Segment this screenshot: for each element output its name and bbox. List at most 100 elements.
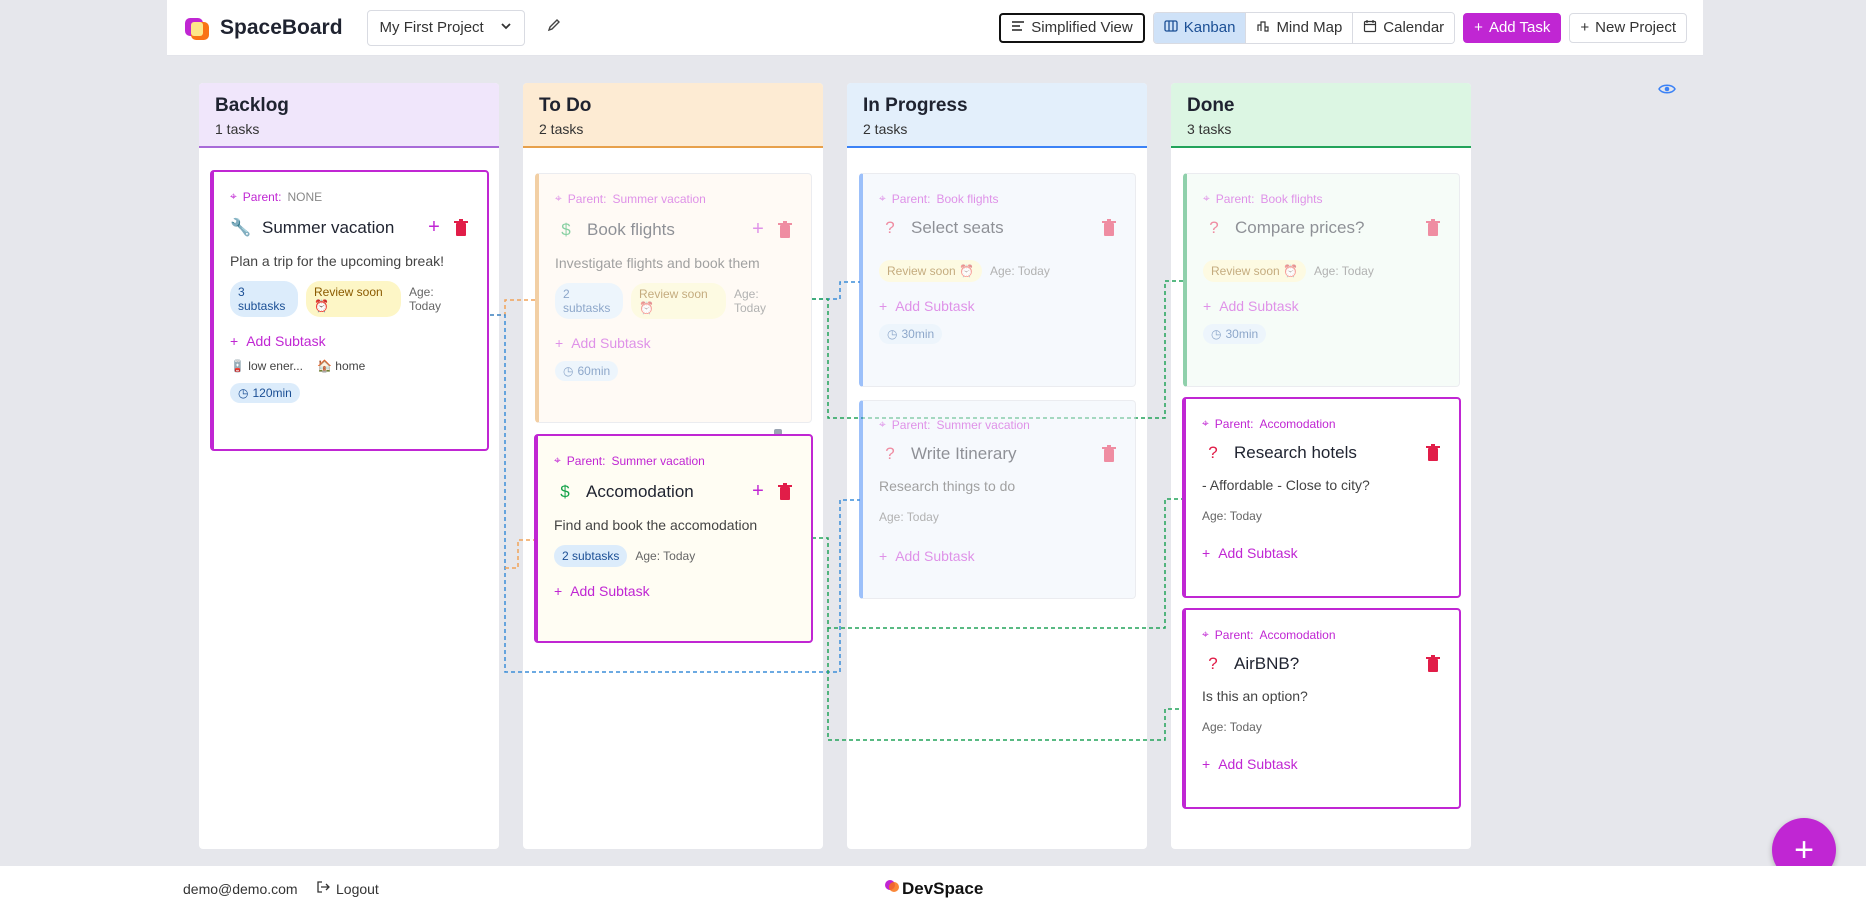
- trash-icon[interactable]: [1101, 445, 1119, 463]
- plus-icon: +: [1474, 19, 1483, 36]
- pencil-icon: [546, 17, 562, 38]
- tag-icon: ⌖: [555, 191, 562, 205]
- trash-icon[interactable]: [453, 218, 471, 237]
- chevron-down-icon: [500, 19, 512, 36]
- add-subtask-button[interactable]: + Add Subtask: [1202, 756, 1443, 772]
- kanban-icon: [1164, 19, 1178, 37]
- task-card-accomodation[interactable]: ⌖ Parent: Summer vacation $ Accomodation +…: [534, 434, 813, 643]
- tab-kanban[interactable]: Kanban: [1153, 12, 1246, 43]
- tag-icon: ⌖: [1203, 191, 1210, 205]
- task-title: Research hotels: [1234, 443, 1357, 462]
- age-label: Age: Today: [734, 287, 767, 315]
- logout-button[interactable]: Logout: [316, 880, 379, 897]
- eye-icon[interactable]: [1658, 80, 1676, 98]
- trash-icon[interactable]: [1425, 655, 1443, 673]
- tag-icon: ⌖: [1202, 627, 1209, 641]
- column-title: To Do: [539, 95, 592, 116]
- tag-icon: ⌖: [554, 453, 561, 467]
- task-description: Plan a trip for the upcoming break!: [230, 253, 445, 269]
- alarm-icon: ⏰: [314, 299, 329, 313]
- app-logo[interactable]: SpaceBoard: [183, 14, 343, 42]
- project-select-value: My First Project: [379, 19, 484, 36]
- task-card-write-itinerary[interactable]: ⌖ Parent: Summer vacation ? Write Itinerar…: [859, 400, 1136, 599]
- trash-icon[interactable]: [1101, 219, 1119, 237]
- parent-value: Summer vacation: [612, 191, 706, 206]
- column-count: 1 tasks: [215, 121, 260, 137]
- add-subtask-button[interactable]: + Add Subtask: [879, 298, 1119, 314]
- user-email: demo@demo.com: [183, 880, 298, 897]
- task-card-compare-prices[interactable]: ⌖ Parent: Book flights ? Compare prices? R…: [1183, 173, 1460, 387]
- simplified-view-button[interactable]: Simplified View: [999, 12, 1145, 43]
- add-subtask-button[interactable]: + Add Subtask: [230, 333, 471, 349]
- tab-calendar-label: Calendar: [1383, 19, 1445, 36]
- age-label: Age: Today: [879, 510, 939, 524]
- task-card-summer-vacation[interactable]: ⌖ Parent: NONE 🔧 Summer vacation + Plan …: [210, 170, 489, 451]
- clock-icon: ◷: [887, 327, 898, 341]
- parent-label: Parent:: [242, 189, 282, 204]
- question-icon: ?: [885, 218, 895, 237]
- trash-icon[interactable]: [777, 482, 795, 501]
- task-title: Book flights: [587, 219, 675, 239]
- task-title: Write Itinerary: [911, 444, 1017, 463]
- add-subtask-icon[interactable]: +: [423, 216, 445, 239]
- column-count: 2 tasks: [539, 121, 584, 137]
- logout-icon: [316, 880, 330, 897]
- tab-mind-map[interactable]: Mind Map: [1245, 12, 1353, 43]
- add-subtask-button[interactable]: + Add Subtask: [554, 583, 795, 599]
- parent-value: Summer vacation: [936, 417, 1030, 432]
- parent-row: ⌖ Parent: NONE: [230, 189, 471, 204]
- task-title: Accomodation: [586, 481, 694, 501]
- parent-label: Parent:: [566, 453, 606, 468]
- add-task-button[interactable]: + Add Task: [1463, 12, 1562, 43]
- task-card-book-flights[interactable]: ⌖ Parent: Summer vacation $ Book flights +…: [535, 173, 812, 423]
- column-title: In Progress: [863, 95, 968, 116]
- task-card-airbnb[interactable]: ⌖ Parent: Accomodation ? AirBNB? Is this a…: [1182, 608, 1461, 809]
- add-subtask-button[interactable]: + Add Subtask: [555, 335, 795, 351]
- tab-calendar[interactable]: Calendar: [1352, 12, 1455, 43]
- task-card-select-seats[interactable]: ⌖ Parent: Book flights ? Select seats Revi…: [859, 173, 1136, 387]
- subtasks-badge[interactable]: 2 subtasks: [554, 545, 628, 567]
- footer-brand: DevSpace: [884, 878, 983, 899]
- age-label: Age: Today: [1314, 264, 1374, 278]
- age-label: Age: Today: [635, 549, 696, 563]
- tab-mind-map-label: Mind Map: [1276, 19, 1343, 36]
- tag-icon: ⌖: [1202, 416, 1209, 430]
- wrench-icon: 🔧: [230, 217, 252, 237]
- age-label: Age: Today: [1202, 720, 1262, 734]
- add-subtask-icon[interactable]: +: [747, 480, 769, 503]
- edit-project-button[interactable]: [541, 15, 567, 41]
- review-badge: Review soon ⏰: [306, 281, 401, 317]
- project-select[interactable]: My First Project: [366, 9, 525, 46]
- plus-icon: +: [1580, 19, 1590, 36]
- brand-logo-icon: [884, 878, 900, 899]
- new-project-button[interactable]: + New Project: [1569, 12, 1687, 43]
- parent-label: Parent:: [567, 191, 607, 206]
- trash-icon[interactable]: [777, 220, 795, 239]
- duration-badge: ◷ 30min: [879, 324, 943, 344]
- parent-label: Parent:: [891, 191, 931, 206]
- add-subtask-icon[interactable]: +: [747, 218, 769, 241]
- tab-kanban-label: Kanban: [1183, 19, 1236, 36]
- task-title: Summer vacation: [262, 217, 395, 237]
- trash-icon[interactable]: [1425, 444, 1443, 462]
- parent-value: Accomodation: [1259, 627, 1336, 642]
- age-label: Age: Today: [1202, 509, 1262, 523]
- battery-icon-tag: 🪫 low ener...: [230, 359, 303, 373]
- task-title: AirBNB?: [1234, 654, 1300, 673]
- top-bar: SpaceBoard My First Project Simplified V…: [167, 0, 1703, 56]
- question-icon: ?: [1208, 654, 1218, 673]
- app-name: SpaceBoard: [220, 15, 343, 39]
- task-card-research-hotels[interactable]: ⌖ Parent: Accomodation ? Research hotels -…: [1182, 397, 1461, 598]
- home-icon-tag: 🏠 home: [316, 359, 366, 373]
- column-count: 3 tasks: [1187, 121, 1232, 137]
- parent-value: Summer vacation: [611, 453, 705, 468]
- task-description: Find and book the accomodation: [554, 517, 758, 533]
- clock-icon: ◷: [238, 386, 249, 400]
- add-subtask-button[interactable]: + Add Subtask: [879, 548, 1119, 564]
- subtasks-badge[interactable]: 3 subtasks: [230, 281, 298, 317]
- simplified-view-label: Simplified View: [1031, 19, 1133, 36]
- trash-icon[interactable]: [1425, 219, 1443, 237]
- subtasks-badge[interactable]: 2 subtasks: [555, 283, 623, 319]
- add-subtask-button[interactable]: + Add Subtask: [1203, 298, 1443, 314]
- add-subtask-button[interactable]: + Add Subtask: [1202, 545, 1443, 561]
